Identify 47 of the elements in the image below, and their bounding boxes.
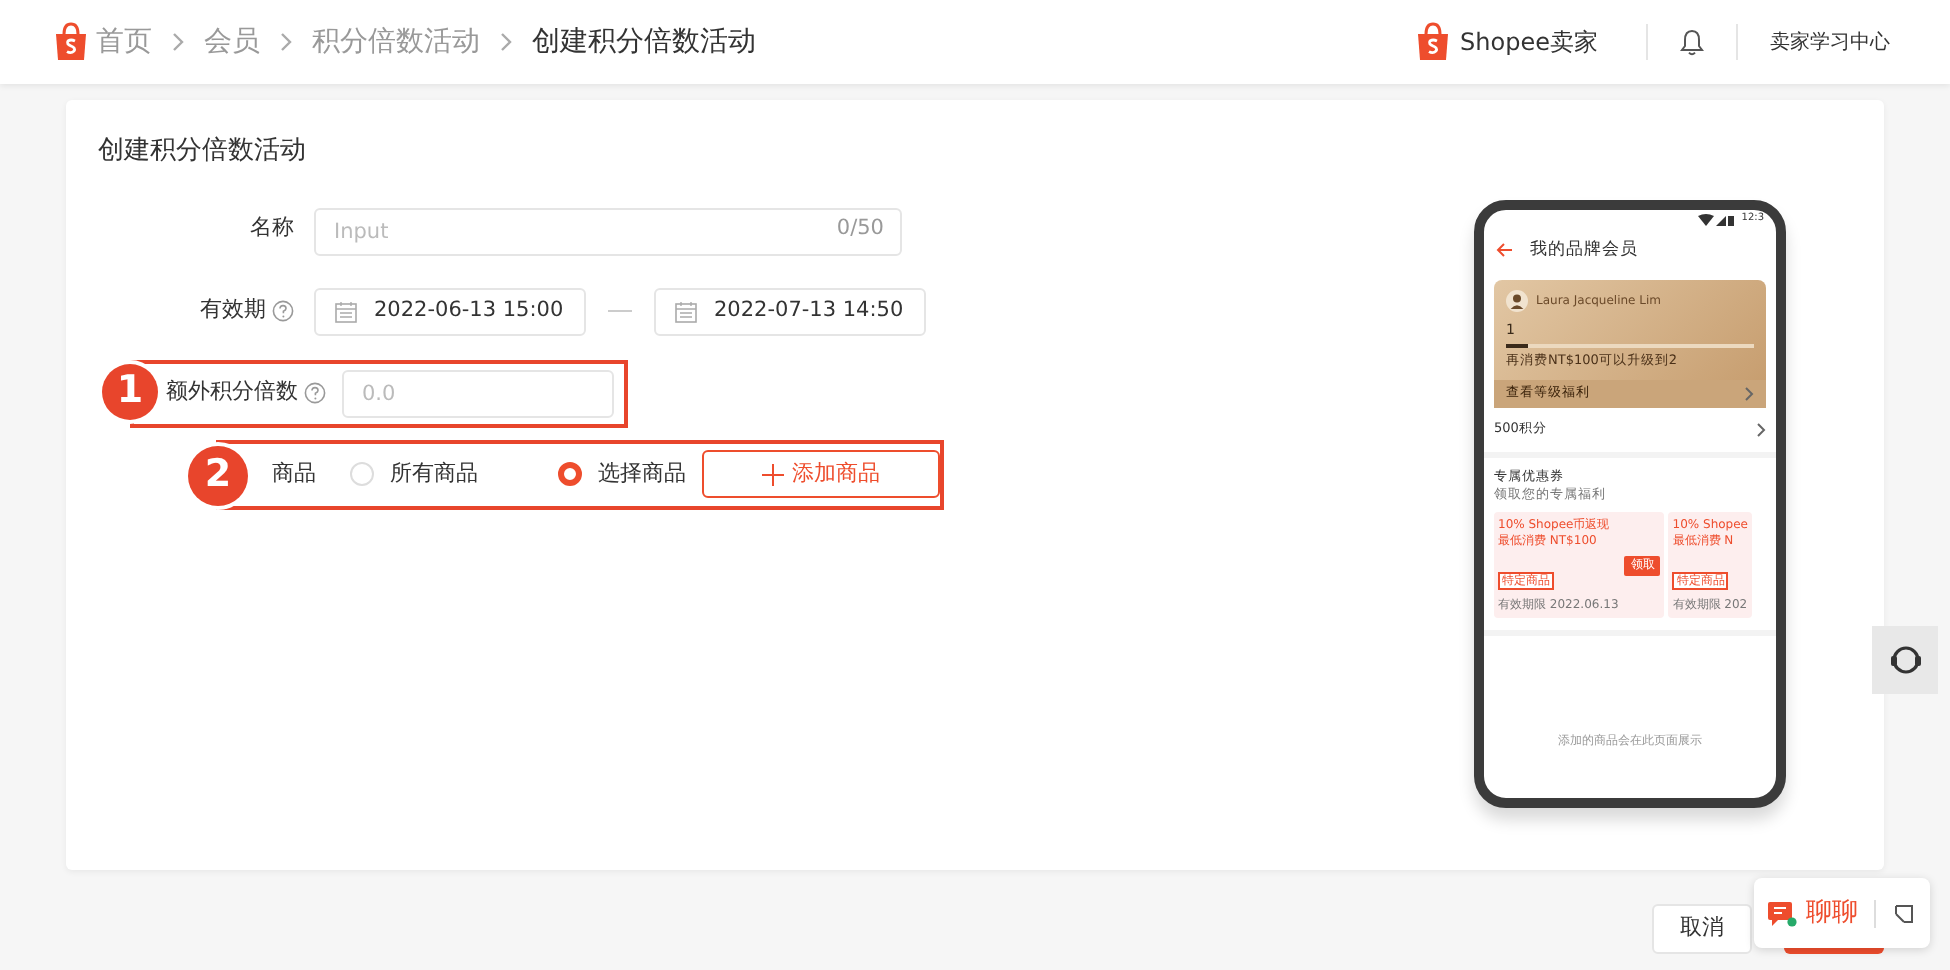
breadcrumb-link[interactable]: 积分倍数活动 xyxy=(312,21,480,63)
chevron-right-icon xyxy=(278,32,294,52)
chat-label[interactable]: 聊聊 xyxy=(1806,893,1858,933)
radio-button[interactable] xyxy=(558,462,582,486)
radio-label: 所有商品 xyxy=(390,457,478,490)
minimize-icon[interactable] xyxy=(1892,901,1916,925)
start-date-field[interactable]: 2022-06-13 15:00 xyxy=(314,287,586,335)
character-counter: 0/50 xyxy=(836,213,884,243)
progress-fill xyxy=(1506,344,1529,349)
help-icon xyxy=(272,300,294,322)
chevron-right-icon xyxy=(1756,421,1766,438)
breadcrumb-link[interactable]: 会员 xyxy=(204,21,260,63)
confirm-button[interactable] xyxy=(1784,948,1884,954)
chevron-right-icon xyxy=(498,32,514,52)
chevron-right-icon xyxy=(1744,385,1754,402)
multiplier-field[interactable]: 0.0 xyxy=(342,369,614,417)
cancel-button[interactable]: 取消 xyxy=(1652,904,1752,954)
screen-title: 我的品牌会员 xyxy=(1530,238,1638,264)
field-label: 名称 xyxy=(248,212,296,245)
radio-label: 选择商品 xyxy=(598,457,686,490)
end-date-field[interactable]: 2022-07-13 14:50 xyxy=(654,287,926,335)
chat-icon[interactable] xyxy=(1768,899,1798,927)
shopee-logo-icon xyxy=(54,22,88,62)
date-value: 2022-07-13 14:50 xyxy=(714,295,904,326)
status-icons-drawing xyxy=(1697,213,1734,227)
calendar-icon xyxy=(674,299,698,323)
bell-icon[interactable] xyxy=(1680,28,1704,56)
back-arrow-icon[interactable] xyxy=(1496,242,1514,259)
brand-name: Shopee卖家 xyxy=(1460,26,1598,60)
breadcrumb-link[interactable]: 首页 xyxy=(96,21,152,63)
step-marker: 2 xyxy=(188,445,248,505)
customer-service-button[interactable] xyxy=(1872,626,1938,694)
field-label: 额外积分倍数 xyxy=(166,376,298,409)
avatar-icon xyxy=(1506,289,1528,312)
add-products-button[interactable]: 添加商品 xyxy=(702,450,940,498)
date-value: 2022-06-13 15:00 xyxy=(374,295,564,326)
learning-center-link[interactable]: 卖家学习中心 xyxy=(1770,27,1890,57)
field-label: 有效期 xyxy=(200,294,266,327)
shopee-logo-icon xyxy=(1416,22,1451,62)
step-marker: 1 xyxy=(102,363,158,419)
chevron-right-icon xyxy=(170,32,186,52)
headset-icon xyxy=(1889,644,1921,676)
field-label: 商品 xyxy=(272,457,316,490)
plus-icon xyxy=(762,463,784,485)
calendar-icon xyxy=(334,299,358,323)
help-icon xyxy=(304,382,326,404)
form-title: 创建积分倍数活动 xyxy=(98,134,308,170)
